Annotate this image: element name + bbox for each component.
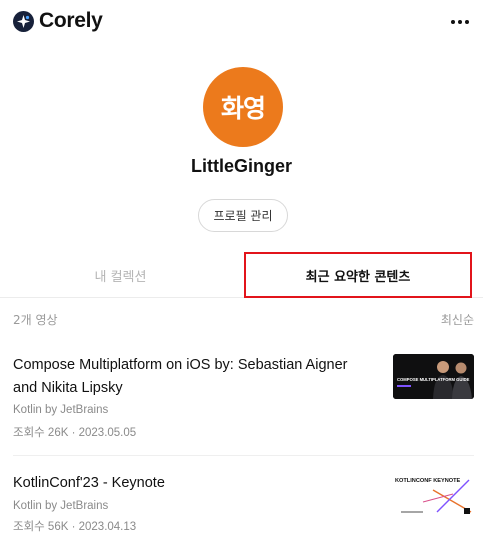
video-title: Compose Multiplatform on iOS by: Sebasti…	[13, 357, 348, 396]
video-item[interactable]: KotlinConf'23 - Keynote Kotlin by JetBra…	[13, 472, 474, 536]
video-count: 2개 영상	[13, 313, 58, 327]
video-title: KotlinConf'23 - Keynote	[13, 475, 165, 491]
app-name: Corely	[39, 9, 103, 32]
app-header: Corely	[0, 0, 483, 44]
list-meta: 2개 영상 최신순	[13, 311, 474, 327]
tab-recent-summaries[interactable]: 최근 요약한 콘텐츠	[244, 252, 472, 298]
logo-icon	[13, 10, 34, 32]
video-thumbnail[interactable]: COMPOSE MULTIPLATFORM GUIDE	[393, 354, 474, 399]
more-options-icon[interactable]	[446, 10, 474, 34]
app-logo[interactable]: Corely	[13, 9, 103, 33]
thumbnail-text: COMPOSE MULTIPLATFORM GUIDE	[397, 377, 470, 382]
content-tabs: 내 컬렉션 최근 요약한 콘텐츠	[0, 252, 483, 298]
avatar: 화영	[203, 67, 283, 147]
video-channel: Kotlin by JetBrains	[13, 404, 109, 416]
sort-button[interactable]: 최신순	[441, 311, 474, 328]
video-stats: 조회수 26K · 2023.05.05	[13, 427, 137, 439]
manage-profile-button[interactable]: 프로필 관리	[198, 199, 288, 232]
video-channel: Kotlin by JetBrains	[13, 500, 109, 512]
video-stats: 조회수 56K · 2023.04.13	[13, 521, 137, 533]
tab-my-collection[interactable]: 내 컬렉션	[0, 252, 241, 298]
video-thumbnail[interactable]: KOTLINCONF KEYNOTE	[393, 472, 474, 517]
thumbnail-text: KOTLINCONF KEYNOTE	[395, 478, 461, 484]
list-divider	[13, 455, 474, 456]
video-item[interactable]: Compose Multiplatform on iOS by: Sebasti…	[13, 354, 474, 446]
username: LittleGinger	[190, 156, 292, 176]
